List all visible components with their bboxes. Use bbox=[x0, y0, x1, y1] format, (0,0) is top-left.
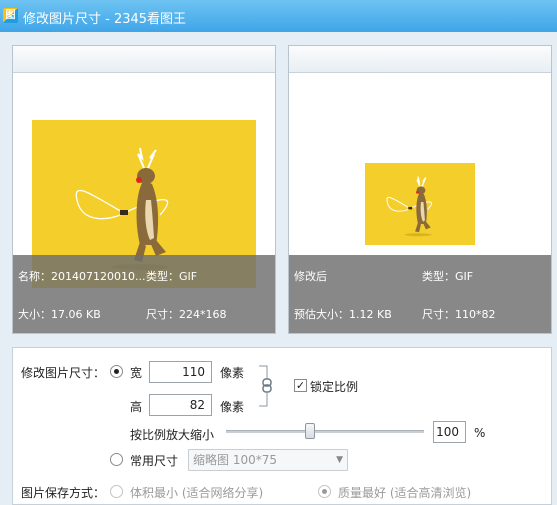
width-input[interactable]: 110 bbox=[149, 361, 212, 383]
original-dims-label: 尺寸：224*168 bbox=[146, 308, 227, 321]
scale-slider-track[interactable] bbox=[226, 430, 424, 433]
height-unit-label: 像素 bbox=[220, 400, 245, 414]
modified-image-panel: 修改后 类型：GIF 预估大小：1.12 KB 尺寸：110*82 bbox=[288, 45, 552, 334]
window-title: 修改图片尺寸 - 2345看图王 bbox=[23, 12, 187, 27]
width-unit-label: 像素 bbox=[220, 366, 245, 380]
common-size-label: 常用尺寸 bbox=[130, 454, 179, 468]
width-label: 宽 bbox=[130, 366, 143, 380]
save-quality-label: 质量最好 (适合高清浏览) bbox=[338, 486, 472, 500]
modified-info-overlay: 修改后 类型：GIF 预估大小：1.12 KB 尺寸：110*82 bbox=[289, 255, 551, 333]
original-image-panel: 名称：201407120010... 类型：GIF 大小：17.06 KB 尺寸… bbox=[12, 45, 276, 334]
app-logo-icon: 图 bbox=[3, 8, 18, 23]
save-smallest-label: 体积最小 (适合网络分享) bbox=[130, 486, 264, 500]
common-size-selected: 缩略图 100*75 bbox=[193, 453, 277, 467]
scale-unit-label: % bbox=[474, 426, 486, 440]
original-size-label: 大小：17.06 KB bbox=[18, 308, 101, 321]
modified-est-size-label: 预估大小：1.12 KB bbox=[294, 308, 392, 321]
modified-dims-label: 尺寸：110*82 bbox=[422, 308, 496, 321]
scale-slider-thumb[interactable] bbox=[305, 423, 315, 439]
original-info-overlay: 名称：201407120010... 类型：GIF 大小：17.06 KB 尺寸… bbox=[13, 255, 275, 333]
common-size-radio[interactable] bbox=[110, 453, 123, 466]
save-quality-radio[interactable] bbox=[318, 485, 331, 498]
deer-jump-rope-thumbnail bbox=[386, 176, 433, 237]
lock-ratio-label: 锁定比例 bbox=[310, 380, 359, 394]
common-size-select[interactable]: 缩略图 100*75 ▼ bbox=[188, 449, 348, 471]
chevron-down-icon: ▼ bbox=[336, 455, 343, 465]
modified-image-preview bbox=[365, 163, 475, 245]
title-bar[interactable]: 图 修改图片尺寸 - 2345看图王 bbox=[0, 0, 557, 32]
lock-ratio-checkbox[interactable]: ✓ bbox=[294, 379, 307, 392]
resize-settings-panel: 修改图片尺寸： 宽 110 像素 高 82 像素 ✓ 锁定比例 按比例放大缩小 … bbox=[12, 347, 552, 505]
modified-title-label: 修改后 bbox=[294, 270, 327, 283]
save-mode-label: 图片保存方式： bbox=[21, 486, 106, 500]
link-chain-icon[interactable] bbox=[257, 365, 277, 407]
original-panel-header bbox=[13, 46, 275, 73]
modified-type-label: 类型：GIF bbox=[422, 270, 474, 283]
height-input[interactable]: 82 bbox=[149, 394, 212, 416]
save-smallest-radio[interactable] bbox=[110, 485, 123, 498]
modified-panel-header bbox=[289, 46, 551, 73]
custom-size-radio[interactable] bbox=[110, 365, 123, 378]
height-label: 高 bbox=[130, 400, 143, 414]
scale-label: 按比例放大缩小 bbox=[130, 428, 215, 442]
scale-input[interactable]: 100 bbox=[433, 421, 466, 443]
original-name-label: 名称：201407120010... bbox=[18, 270, 146, 283]
original-type-label: 类型：GIF bbox=[146, 270, 198, 283]
resize-section-label: 修改图片尺寸： bbox=[21, 366, 106, 380]
